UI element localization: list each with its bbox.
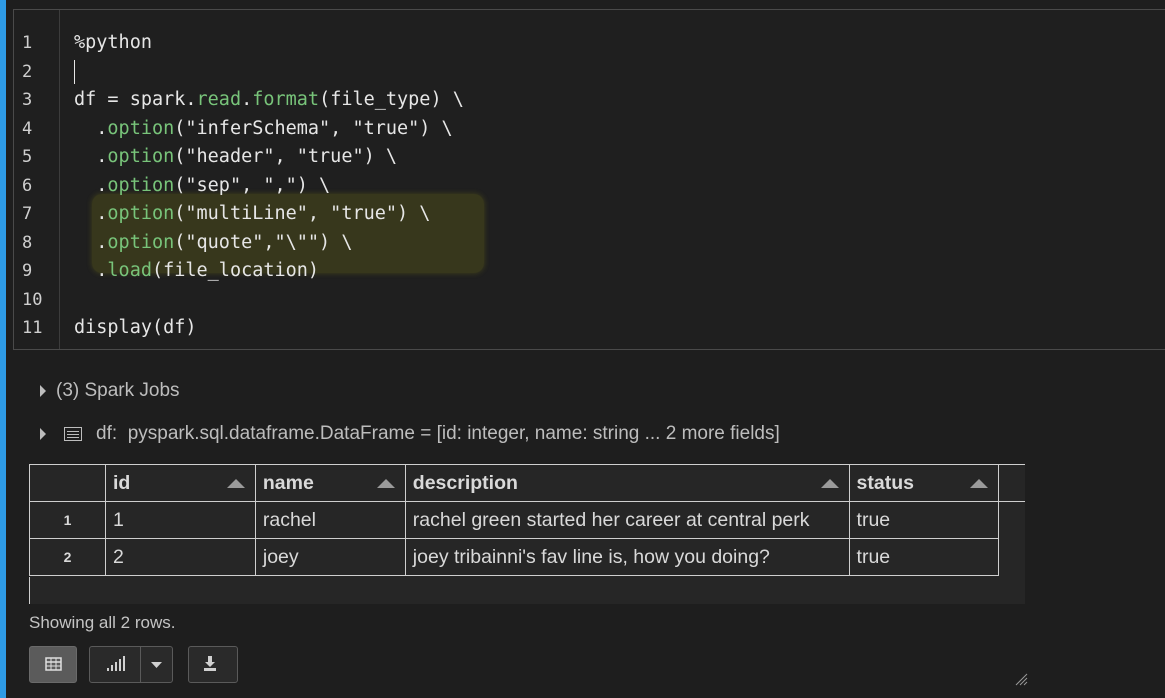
df-label: df: (96, 423, 118, 444)
line-number: 9 (22, 261, 33, 281)
cell-accent-bar (0, 0, 6, 698)
sort-ascending-icon[interactable] (376, 479, 395, 488)
cell-name: rachel (254, 501, 406, 539)
line-number: 5 (22, 147, 33, 167)
line-number: 8 (22, 232, 33, 253)
column-header-description[interactable]: description (404, 464, 850, 502)
column-header-label: name (262, 471, 314, 494)
code-line: 11 display(df) (14, 314, 1165, 343)
code-lines: 1 %python 2 3 df = spark.read.format(file_ty… (14, 29, 1165, 343)
chart-options-dropdown[interactable] (140, 646, 173, 683)
code-line: 4 .option("inferSchema", "true") \ (14, 115, 1165, 144)
code-text: .option("quote","\"") \ (96, 231, 353, 253)
code-editor[interactable]: 1 %python 2 3 df = spark.read.format(file_ty… (13, 9, 1165, 350)
table-view-button[interactable] (29, 646, 77, 683)
code-line: 9 .load(file_location) (14, 257, 1165, 286)
table-row: 2 2 joey joey tribainni's fav line is, h… (29, 538, 1026, 576)
line-number: 2 (22, 61, 33, 82)
bar-chart-icon (107, 656, 125, 671)
code-text: display(df) (74, 317, 197, 338)
table-schema-icon (64, 426, 82, 441)
code-text: %python (74, 32, 152, 53)
code-line: 5 .option("header", "true") \ (14, 143, 1165, 172)
text-cursor (74, 59, 75, 84)
cell-description: joey tribainni's fav line is, how you do… (404, 538, 850, 576)
cell-status: true (848, 501, 1000, 539)
code-text: .option("header", "true") \ (96, 146, 398, 167)
column-header-status[interactable]: status (848, 464, 1000, 502)
row-index-header (29, 464, 106, 502)
results-table: id name description status 1 1 rachel ra… (29, 464, 1025, 576)
spark-jobs-toggle[interactable]: (3) Spark Jobs (40, 380, 180, 402)
code-line: 1 %python (14, 29, 1165, 58)
code-line: 3 df = spark.read.format(file_type) \ (14, 86, 1165, 115)
chart-view-button[interactable] (89, 646, 141, 683)
line-number: 1 (22, 33, 33, 53)
caret-right-icon (40, 384, 46, 397)
line-number: 7 (22, 204, 33, 224)
column-header-label: description (412, 471, 518, 494)
sort-ascending-icon[interactable] (226, 479, 245, 488)
code-text: .option("inferSchema", "true") \ (96, 117, 453, 139)
row-index: 1 (29, 501, 106, 539)
code-line: 7 .option("multiLine", "true") \ (14, 200, 1165, 229)
sort-ascending-icon[interactable] (970, 479, 989, 488)
cell-id: 1 (104, 501, 256, 539)
row-count-text: Showing all 2 rows. (29, 613, 176, 632)
caret-right-icon (40, 427, 46, 440)
code-line: 2 (14, 58, 1165, 87)
line-number: 6 (22, 175, 33, 196)
table-spacer-header (998, 464, 1025, 502)
cell-description: rachel green started her career at centr… (404, 501, 850, 539)
cell-name: joey (254, 538, 406, 576)
line-number: 3 (22, 90, 33, 110)
download-icon (204, 656, 216, 671)
code-text: .option("multiLine", "true") \ (96, 203, 431, 224)
chevron-down-icon (151, 662, 162, 668)
cell-id: 2 (104, 538, 256, 576)
sort-ascending-icon[interactable] (820, 479, 839, 488)
column-header-name[interactable]: name (254, 464, 406, 502)
column-header-label: id (112, 471, 131, 494)
code-text: .option("sep", ",") \ (96, 174, 331, 196)
download-button[interactable] (188, 646, 238, 683)
line-number: 11 (22, 318, 43, 338)
results-table-container: id name description status 1 1 rachel ra… (29, 464, 1025, 604)
code-line: 8 .option("quote","\"") \ (14, 229, 1165, 258)
cell-status: true (848, 538, 1000, 576)
spark-jobs-label: (3) Spark Jobs (56, 380, 180, 401)
line-number: 4 (22, 118, 33, 139)
table-left-border (29, 577, 30, 604)
code-text: df = spark.read.format(file_type) \ (74, 89, 464, 110)
dataframe-schema-toggle[interactable]: df: pyspark.sql.dataframe.DataFrame = [i… (40, 423, 780, 445)
table-header-row: id name description status (29, 464, 1025, 502)
row-index: 2 (29, 538, 106, 576)
table-icon (45, 657, 62, 671)
line-number: 10 (22, 289, 43, 310)
table-row: 1 1 rachel rachel green started her care… (29, 501, 1026, 539)
code-line: 6 .option("sep", ",") \ (14, 172, 1165, 201)
resize-handle-icon[interactable] (1014, 672, 1028, 686)
column-header-label: status (856, 471, 914, 494)
column-header-id[interactable]: id (104, 464, 256, 502)
code-text: .load(file_location) (96, 260, 320, 281)
df-schema-text: pyspark.sql.dataframe.DataFrame = [id: i… (127, 423, 780, 444)
code-line: 10 (14, 286, 1165, 315)
